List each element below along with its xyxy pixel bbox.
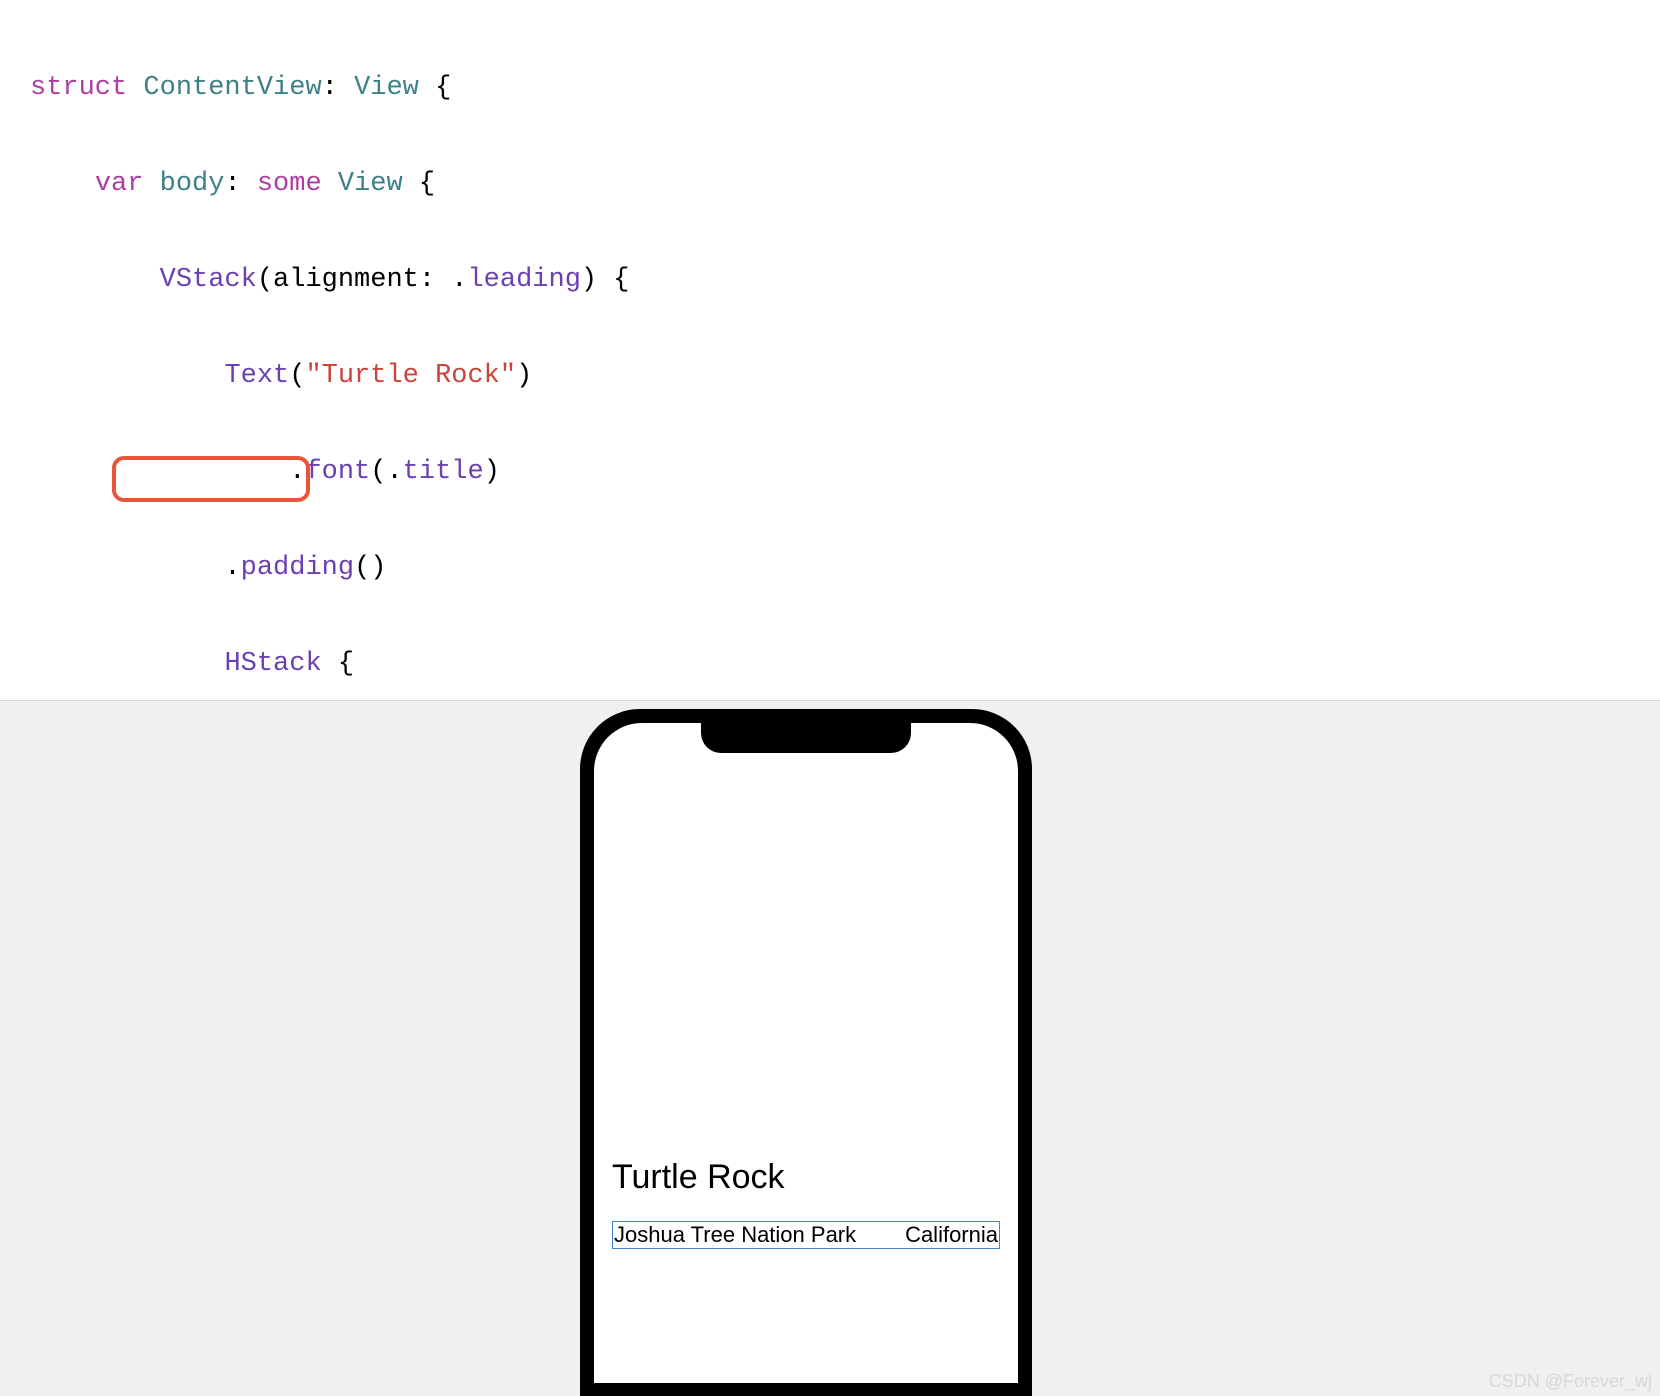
code-line[interactable]: var body: some View { — [0, 168, 1660, 200]
preview-right-text: California — [905, 1222, 998, 1248]
prop-body: body — [160, 169, 225, 199]
preview-canvas[interactable]: Turtle Rock Joshua Tree Nation Park Cali… — [0, 700, 1660, 1396]
code-line[interactable]: struct ContentView: View { — [0, 72, 1660, 104]
swiftui-preview-content: Turtle Rock Joshua Tree Nation Park Cali… — [612, 1158, 1000, 1249]
code-line[interactable]: VStack(alignment: .leading) { — [0, 264, 1660, 296]
call-vstack: VStack — [160, 265, 257, 295]
call-text: Text — [224, 361, 289, 391]
device-notch — [701, 723, 911, 753]
code-editor[interactable]: struct ContentView: View { var body: som… — [0, 0, 1660, 700]
type-contentview: ContentView — [143, 73, 321, 103]
code-line[interactable]: Text("Turtle Rock") — [0, 360, 1660, 392]
keyword-var: var — [95, 169, 144, 199]
type-view: View — [354, 73, 419, 103]
mod-font: font — [305, 457, 370, 487]
preview-hstack-selected[interactable]: Joshua Tree Nation Park California — [612, 1221, 1000, 1249]
enum-leading: leading — [467, 265, 580, 295]
enum-title: title — [403, 457, 484, 487]
device-screen[interactable]: Turtle Rock Joshua Tree Nation Park Cali… — [594, 723, 1018, 1383]
string-turtle: "Turtle Rock" — [305, 361, 516, 391]
device-frame: Turtle Rock Joshua Tree Nation Park Cali… — [580, 709, 1032, 1396]
keyword-some: some — [257, 169, 322, 199]
arg-alignment: alignment — [273, 265, 419, 295]
preview-title-text: Turtle Rock — [612, 1158, 1000, 1197]
call-hstack: HStack — [224, 649, 321, 679]
code-line[interactable]: HStack { — [0, 648, 1660, 680]
preview-left-text: Joshua Tree Nation Park — [614, 1222, 856, 1248]
type-view: View — [338, 169, 403, 199]
code-line[interactable]: .font(.title) — [0, 456, 1660, 488]
code-line[interactable]: .padding() — [0, 552, 1660, 584]
keyword-struct: struct — [30, 73, 127, 103]
mod-padding: padding — [241, 553, 354, 583]
watermark-text: CSDN @Forever_wj — [1489, 1371, 1652, 1392]
